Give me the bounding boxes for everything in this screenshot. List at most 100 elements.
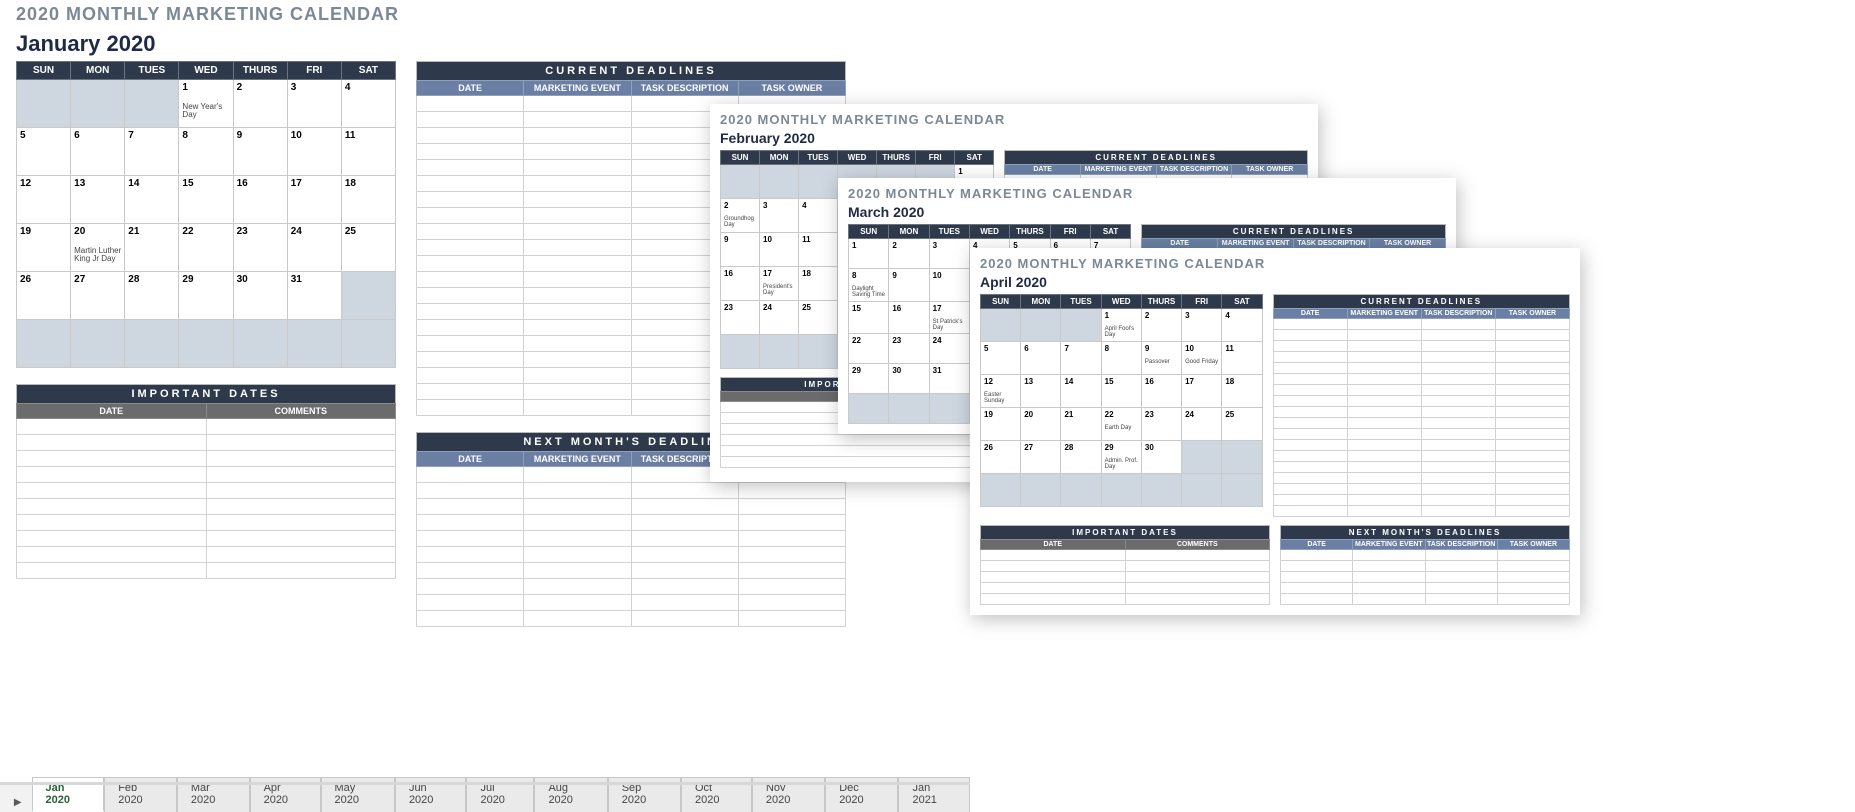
table-cell[interactable] xyxy=(524,531,631,547)
table-cell[interactable] xyxy=(981,572,1126,583)
table-cell[interactable] xyxy=(1347,319,1421,330)
table-cell[interactable] xyxy=(738,547,845,563)
calendar-cell[interactable] xyxy=(721,335,760,369)
calendar-cell[interactable] xyxy=(341,320,395,368)
calendar-cell[interactable]: 5 xyxy=(17,128,71,176)
table-cell[interactable] xyxy=(417,176,524,192)
table-cell[interactable] xyxy=(738,595,845,611)
table-cell[interactable] xyxy=(524,384,631,400)
calendar-cell[interactable]: 18 xyxy=(341,176,395,224)
calendar-cell[interactable]: 2 xyxy=(1141,309,1181,342)
calendar-cell[interactable]: 11 xyxy=(799,233,838,267)
table-cell[interactable] xyxy=(17,515,207,531)
table-cell[interactable] xyxy=(1347,506,1421,517)
calendar-cell[interactable]: 23 xyxy=(721,301,760,335)
table-cell[interactable] xyxy=(721,446,994,457)
table-row[interactable] xyxy=(981,561,1270,572)
calendar-cell[interactable]: 30 xyxy=(233,272,287,320)
calendar-cell[interactable] xyxy=(71,320,125,368)
table-cell[interactable] xyxy=(417,320,524,336)
calendar-cell[interactable]: 8Daylight Saving Time xyxy=(849,269,889,302)
table-cell[interactable] xyxy=(1495,330,1569,341)
calendar-cell[interactable]: 10 xyxy=(760,233,799,267)
calendar-cell[interactable]: 15 xyxy=(849,301,889,334)
table-cell[interactable] xyxy=(1421,462,1495,473)
calendar-cell[interactable]: 19 xyxy=(17,224,71,272)
table-row[interactable] xyxy=(17,435,396,451)
calendar-cell[interactable]: 3 xyxy=(287,80,341,128)
table-cell[interactable] xyxy=(17,483,207,499)
table-cell[interactable] xyxy=(417,595,524,611)
table-row[interactable] xyxy=(1273,506,1569,517)
calendar-cell[interactable]: 16 xyxy=(1141,375,1181,408)
table-cell[interactable] xyxy=(981,594,1126,605)
table-cell[interactable] xyxy=(1281,572,1353,583)
table-cell[interactable] xyxy=(417,579,524,595)
table-row[interactable] xyxy=(1273,396,1569,407)
table-cell[interactable] xyxy=(417,224,524,240)
table-row[interactable] xyxy=(17,563,396,579)
calendar-cell[interactable]: 12Easter Sunday xyxy=(981,375,1021,408)
table-cell[interactable] xyxy=(1273,341,1347,352)
table-cell[interactable] xyxy=(524,320,631,336)
table-cell[interactable] xyxy=(1495,319,1569,330)
calendar-cell[interactable] xyxy=(1182,441,1222,474)
calendar-january[interactable]: SUNMONTUESWEDTHURSFRISAT 1New Year's Day… xyxy=(16,61,396,368)
table-cell[interactable] xyxy=(1125,594,1270,605)
table-cell[interactable] xyxy=(1421,352,1495,363)
calendar-cell[interactable]: 25 xyxy=(341,224,395,272)
calendar-cell[interactable]: 28 xyxy=(1061,441,1101,474)
table-cell[interactable] xyxy=(738,563,845,579)
calendar-cell[interactable]: 28 xyxy=(125,272,179,320)
table-cell[interactable] xyxy=(1347,407,1421,418)
table-row[interactable] xyxy=(17,515,396,531)
table-cell[interactable] xyxy=(1353,550,1425,561)
table-cell[interactable] xyxy=(1273,418,1347,429)
table-row[interactable] xyxy=(417,611,846,627)
calendar-cell[interactable]: 1April Fool's Day xyxy=(1101,309,1141,342)
table-cell[interactable] xyxy=(1421,330,1495,341)
table-cell[interactable] xyxy=(17,435,207,451)
current-deadlines-box[interactable]: CURRENT DEADLINES DATE MARKETING EVENT T… xyxy=(1273,294,1570,517)
table-cell[interactable] xyxy=(524,272,631,288)
table-cell[interactable] xyxy=(524,579,631,595)
table-cell[interactable] xyxy=(417,499,524,515)
calendar-cell[interactable] xyxy=(929,394,969,424)
table-cell[interactable] xyxy=(1425,583,1497,594)
table-row[interactable] xyxy=(1273,495,1569,506)
table-row[interactable] xyxy=(1273,363,1569,374)
calendar-cell[interactable] xyxy=(721,165,760,199)
calendar-cell[interactable]: 14 xyxy=(1061,375,1101,408)
table-cell[interactable] xyxy=(1497,583,1569,594)
table-cell[interactable] xyxy=(1497,561,1569,572)
calendar-cell[interactable]: 26 xyxy=(17,272,71,320)
table-cell[interactable] xyxy=(17,419,207,435)
table-cell[interactable] xyxy=(17,563,207,579)
calendar-cell[interactable]: 12 xyxy=(17,176,71,224)
calendar-cell[interactable]: 29Admin. Prof. Day xyxy=(1101,441,1141,474)
table-cell[interactable] xyxy=(1421,407,1495,418)
table-cell[interactable] xyxy=(417,144,524,160)
calendar-cell[interactable] xyxy=(981,474,1021,507)
table-cell[interactable] xyxy=(1347,418,1421,429)
table-cell[interactable] xyxy=(1421,341,1495,352)
table-row[interactable] xyxy=(1273,462,1569,473)
table-cell[interactable] xyxy=(631,611,738,627)
table-row[interactable] xyxy=(17,499,396,515)
calendar-cell[interactable]: 18 xyxy=(1222,375,1262,408)
table-row[interactable] xyxy=(17,483,396,499)
calendar-cell[interactable] xyxy=(760,335,799,369)
table-cell[interactable] xyxy=(417,304,524,320)
table-cell[interactable] xyxy=(417,483,524,499)
calendar-cell[interactable]: 27 xyxy=(1021,441,1061,474)
table-cell[interactable] xyxy=(524,192,631,208)
calendar-cell[interactable]: 6 xyxy=(71,128,125,176)
table-cell[interactable] xyxy=(1273,495,1347,506)
calendar-cell[interactable]: 24 xyxy=(760,301,799,335)
table-cell[interactable] xyxy=(1273,330,1347,341)
calendar-cell[interactable]: 14 xyxy=(125,176,179,224)
table-cell[interactable] xyxy=(1421,495,1495,506)
table-cell[interactable] xyxy=(1347,341,1421,352)
table-cell[interactable] xyxy=(524,208,631,224)
table-cell[interactable] xyxy=(206,451,396,467)
